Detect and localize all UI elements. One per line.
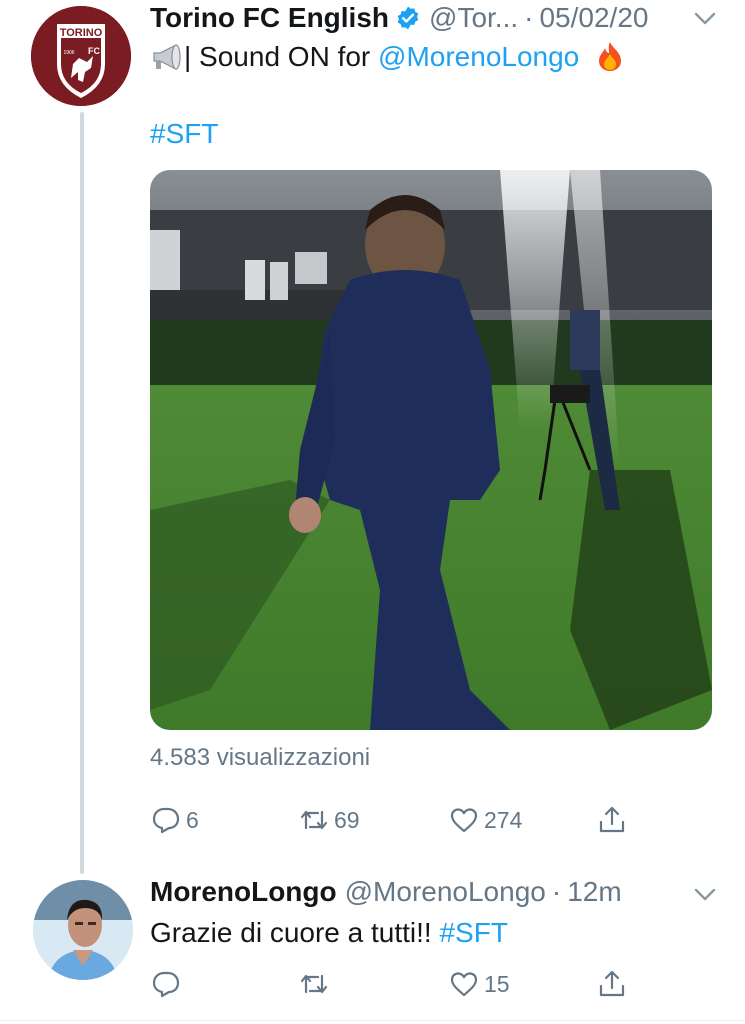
- display-name[interactable]: MorenoLongo: [150, 876, 337, 908]
- share-button[interactable]: [596, 968, 628, 1000]
- like-button[interactable]: 15: [448, 968, 510, 1000]
- reply-icon: [152, 807, 180, 834]
- view-count: 4.583 visualizzazioni: [150, 744, 371, 771]
- tweet-actions: 6 69 274: [150, 804, 650, 844]
- display-name[interactable]: Torino FC English: [150, 2, 389, 34]
- video-player[interactable]: [150, 170, 712, 730]
- timestamp[interactable]: 12m: [567, 876, 621, 908]
- tweet-actions: 15: [150, 968, 650, 1008]
- like-button[interactable]: 274: [448, 804, 522, 836]
- chevron-down-icon[interactable]: [694, 888, 716, 902]
- video-frame: [150, 170, 712, 730]
- separator-dot: ·: [551, 876, 562, 907]
- heart-icon: [450, 972, 478, 997]
- reply-count: 6: [186, 806, 199, 833]
- handle[interactable]: @Tor...: [429, 2, 518, 34]
- share-icon: [599, 970, 625, 997]
- like-count: 15: [484, 970, 510, 997]
- tweet-header: MorenoLongo @MorenoLongo · 12m: [150, 876, 622, 908]
- profile-photo: [33, 880, 133, 980]
- svg-text:FC: FC: [88, 46, 100, 56]
- tweet-text-body: | Sound ON for: [184, 41, 379, 72]
- retweet-button[interactable]: 69: [298, 804, 360, 836]
- handle[interactable]: @MorenoLongo: [345, 876, 546, 908]
- retweet-icon: [300, 810, 328, 830]
- verified-badge-icon: [397, 6, 419, 30]
- share-icon: [599, 806, 625, 833]
- divider: [0, 1020, 745, 1021]
- retweet-icon: [300, 974, 328, 994]
- retweet-count: 69: [334, 806, 360, 833]
- hashtag-link[interactable]: #SFT: [150, 118, 218, 150]
- torino-logo: TORINO FC 1906: [31, 6, 131, 106]
- fire-emoji: [599, 42, 622, 71]
- reply-button[interactable]: [150, 968, 182, 1000]
- thread-connector: [80, 112, 84, 874]
- tweet-text: Grazie di cuore a tutti!! #SFT: [150, 916, 508, 950]
- timestamp[interactable]: 05/02/20: [539, 2, 648, 34]
- avatar-morenolongo[interactable]: [33, 880, 133, 980]
- separator-dot: ·: [524, 2, 534, 33]
- like-count: 274: [484, 806, 523, 833]
- megaphone-emoji: [153, 44, 181, 70]
- retweet-button[interactable]: [298, 968, 330, 1000]
- svg-text:TORINO: TORINO: [60, 27, 103, 39]
- mention-link[interactable]: @MorenoLongo: [378, 41, 579, 72]
- reply-button[interactable]: 6: [150, 804, 199, 836]
- tweet-text: | Sound ON for @MorenoLongo: [150, 40, 625, 74]
- hashtag-link[interactable]: #SFT: [439, 917, 507, 948]
- reply-icon: [152, 971, 180, 998]
- heart-icon: [450, 808, 478, 833]
- avatar-torino[interactable]: TORINO FC 1906: [31, 6, 131, 106]
- tweet-text-body: Grazie di cuore a tutti!!: [150, 917, 440, 948]
- tweet-header: Torino FC English @Tor... · 05/02/20: [150, 2, 648, 34]
- share-button[interactable]: [596, 804, 628, 836]
- svg-text:1906: 1906: [63, 50, 74, 56]
- chevron-down-icon[interactable]: [694, 12, 716, 26]
